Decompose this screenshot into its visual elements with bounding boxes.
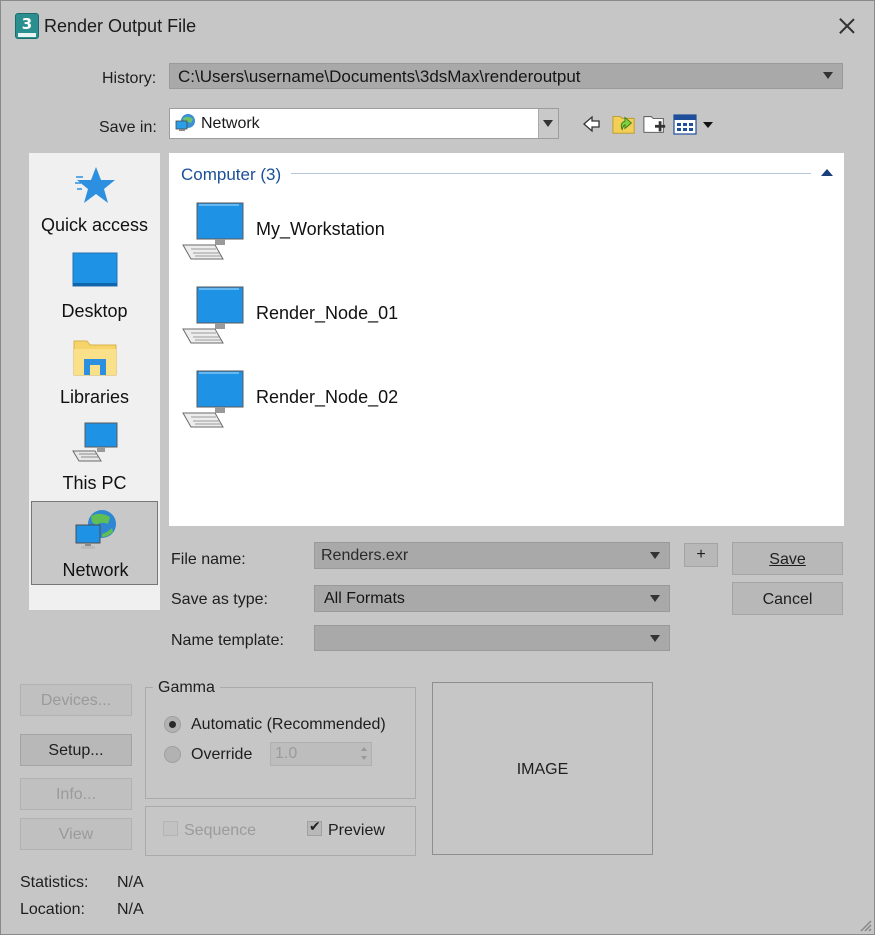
image-preview: IMAGE — [432, 682, 653, 855]
chevron-down-icon — [650, 595, 660, 602]
list-item[interactable]: Render_Node_02 — [181, 365, 481, 429]
place-label: Desktop — [61, 301, 128, 321]
location-label: Location: — [20, 901, 85, 918]
file-name-label: File name: — [171, 551, 246, 568]
history-dropdown[interactable]: C:\Users\username\Documents\3dsMax\rende… — [169, 63, 843, 89]
places-bar: Quick access Desktop Libraries This PC N… — [29, 153, 160, 610]
override-label: Override — [191, 746, 253, 763]
spinner-down-icon[interactable] — [361, 756, 367, 760]
computer-icon — [182, 202, 244, 260]
file-name-value: Renders.exr — [321, 547, 409, 564]
checkmark-icon: ✔ — [309, 819, 321, 835]
place-label: Network — [62, 560, 129, 580]
network-icon — [175, 114, 195, 131]
setup-button[interactable]: Setup... — [20, 734, 132, 766]
chevron-down-icon — [543, 120, 553, 127]
history-value: C:\Users\username\Documents\3dsMax\rende… — [178, 67, 581, 86]
title-bar[interactable]: 3 Render Output File — [1, 1, 874, 49]
image-preview-label: IMAGE — [516, 761, 569, 778]
group-divider — [291, 173, 811, 174]
computer-icon — [182, 370, 244, 428]
save-in-label: Save in: — [99, 119, 157, 136]
save-in-value: Network — [201, 115, 260, 132]
preview-checkbox[interactable]: ✔ — [307, 819, 322, 836]
name-template-label: Name template: — [171, 632, 284, 649]
close-icon[interactable] — [829, 11, 865, 41]
file-list[interactable]: Computer (3) My_Workstation Render_Node_… — [169, 153, 844, 526]
chevron-down-icon — [650, 552, 660, 559]
automatic-label: Automatic (Recommended) — [191, 716, 386, 733]
override-value: 1.0 — [275, 745, 298, 762]
desktop-icon — [72, 252, 118, 287]
back-icon[interactable] — [582, 112, 602, 136]
place-label: This PC — [62, 473, 127, 493]
save-button[interactable]: Save — [732, 542, 843, 575]
view-button[interactable]: View — [20, 818, 132, 850]
chevron-down-icon — [650, 635, 660, 642]
place-this-pc[interactable]: This PC — [31, 415, 158, 499]
list-item[interactable]: Render_Node_01 — [181, 281, 481, 345]
automatic-radio[interactable] — [164, 716, 181, 733]
place-libraries[interactable]: Libraries — [31, 329, 158, 413]
up-folder-icon[interactable] — [611, 111, 637, 135]
gamma-title: Gamma — [153, 679, 220, 697]
computer-icon — [182, 286, 244, 344]
network-icon — [75, 510, 116, 549]
override-radio[interactable] — [164, 746, 181, 763]
place-label: Quick access — [40, 215, 149, 235]
chevron-down-icon — [823, 72, 833, 79]
save-in-dropdown-button[interactable] — [538, 109, 558, 138]
statistics-label: Statistics: — [20, 874, 89, 891]
name-template-dropdown[interactable] — [314, 625, 670, 651]
list-item[interactable]: My_Workstation — [181, 197, 481, 261]
sequence-checkbox[interactable] — [163, 821, 178, 836]
spinner-up-icon[interactable] — [361, 747, 367, 751]
file-name-field[interactable]: Renders.exr — [314, 542, 670, 569]
sequence-label: Sequence — [184, 822, 257, 839]
place-desktop[interactable]: Desktop — [31, 243, 158, 327]
3dsmax-app-icon: 3 — [15, 13, 39, 39]
group-header[interactable]: Computer (3) — [181, 165, 281, 185]
add-template-button[interactable]: + — [684, 543, 718, 567]
info-button[interactable]: Info... — [20, 778, 132, 810]
preview-label: Preview — [328, 822, 385, 839]
item-name: My_Workstation — [256, 219, 385, 239]
computer-icon — [72, 422, 118, 462]
place-label: Libraries — [59, 387, 130, 407]
window-title: Render Output File — [44, 16, 197, 36]
view-menu-icon[interactable] — [673, 113, 715, 137]
place-network[interactable]: Network — [31, 501, 158, 585]
devices-button[interactable]: Devices... — [20, 684, 132, 716]
save-as-type-label: Save as type: — [171, 591, 268, 608]
item-name: Render_Node_01 — [256, 303, 399, 323]
place-quick-access[interactable]: Quick access — [31, 157, 158, 241]
item-name: Render_Node_02 — [256, 387, 399, 407]
save-button-label: Save — [769, 551, 806, 568]
statistics-value: N/A — [117, 874, 144, 891]
libraries-icon — [73, 340, 117, 376]
save-as-type-value: All Formats — [324, 590, 405, 607]
resize-grip-icon[interactable] — [859, 919, 873, 933]
override-spinner[interactable]: 1.0 — [270, 742, 372, 766]
location-value: N/A — [117, 901, 144, 918]
save-in-dropdown[interactable]: Network — [169, 108, 559, 139]
render-output-dialog: 3 Render Output File History: C:\Users\u… — [0, 0, 875, 935]
save-as-type-dropdown[interactable]: All Formats — [314, 585, 670, 612]
star-icon — [75, 167, 115, 203]
cancel-button[interactable]: Cancel — [732, 582, 843, 615]
new-folder-icon[interactable] — [642, 112, 668, 136]
chevron-up-icon[interactable] — [821, 169, 833, 176]
history-label: History: — [102, 70, 157, 87]
